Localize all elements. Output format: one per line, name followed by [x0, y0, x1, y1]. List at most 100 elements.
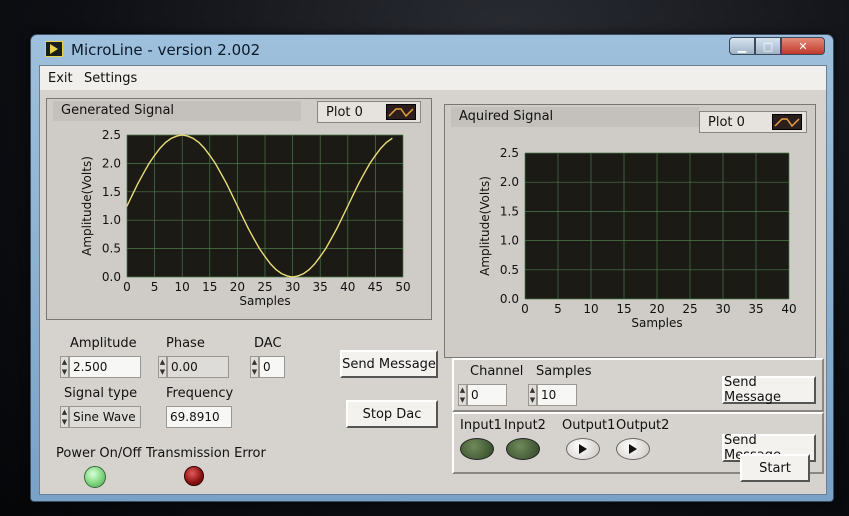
- amplitude-spinner-icon[interactable]: ▲ ▼: [60, 356, 69, 378]
- generated-data-point: [209, 154, 211, 157]
- generated-y-tick-label: 1.0: [102, 213, 121, 227]
- generated-x-tick-label: 30: [285, 280, 300, 294]
- dac-control[interactable]: ▲ ▼ 0: [250, 356, 285, 378]
- generated-data-point: [137, 182, 139, 184]
- acquired-x-tick-label: 20: [649, 302, 664, 316]
- generated-graph: Generated Signal Plot 0 0 5 10 15 20 25 30 35 40…: [46, 98, 432, 320]
- output2-toggle-button[interactable]: [616, 438, 650, 460]
- send-message-button-acquisition[interactable]: Send Message: [722, 375, 816, 405]
- stop-dac-button[interactable]: Stop Dac: [346, 400, 438, 428]
- generated-data-point: [330, 238, 332, 240]
- menu-bar: Exit Settings: [40, 66, 826, 90]
- generated-data-point: [159, 147, 161, 149]
- generated-data-point: [380, 147, 382, 149]
- acquired-y-tick-label: 1.0: [500, 234, 519, 248]
- generated-data-point: [181, 134, 183, 136]
- title-bar[interactable]: MicroLine - version 2.002 ▁ □ ✕: [31, 35, 833, 65]
- acquired-x-tick-label: 30: [715, 302, 730, 316]
- signal-type-value[interactable]: Sine Wave: [69, 406, 141, 428]
- generated-data-point: [247, 228, 250, 230]
- transmission-error-led-icon: [184, 466, 204, 486]
- generated-data-point: [280, 272, 283, 275]
- generated-data-point: [297, 275, 299, 277]
- signal-type-spinner-icon[interactable]: ▲ ▼: [60, 406, 69, 428]
- acquired-x-axis-label: Samples: [631, 316, 682, 330]
- generated-data-point: [214, 162, 216, 164]
- channel-value[interactable]: 0: [467, 384, 507, 406]
- generated-data-point: [154, 154, 156, 157]
- input2-led-icon: [506, 438, 540, 460]
- generated-x-tick-label: 20: [230, 280, 245, 294]
- generated-graph-label: Generated Signal: [53, 101, 301, 121]
- generated-data-point: [203, 147, 205, 149]
- generated-data-point: [358, 182, 360, 184]
- samples-spinner-icon[interactable]: ▲ ▼: [528, 384, 537, 406]
- window-title: MicroLine - version 2.002: [71, 41, 261, 59]
- generated-y-tick-label: 1.5: [102, 185, 121, 199]
- output1-toggle-button[interactable]: [566, 438, 600, 460]
- phase-spinner-icon[interactable]: ▲ ▼: [158, 356, 167, 378]
- generated-data-point: [148, 162, 150, 164]
- generated-data-point: [220, 172, 222, 174]
- frequency-label: Frequency: [166, 386, 234, 401]
- generated-x-axis-label: Samples: [239, 294, 290, 308]
- generated-data-point: [264, 255, 266, 258]
- signal-type-control[interactable]: ▲ ▼ Sine Wave: [60, 406, 141, 428]
- amplitude-value[interactable]: 2.500: [69, 356, 141, 378]
- generated-data-point: [391, 137, 393, 140]
- generated-data-point: [176, 135, 178, 137]
- power-led-icon[interactable]: [84, 466, 106, 488]
- generated-y-tick-label: 2.0: [102, 156, 121, 170]
- generated-data-point: [385, 141, 388, 143]
- samples-control[interactable]: ▲ ▼ 10: [528, 384, 577, 406]
- frequency-control[interactable]: 69.8910: [166, 406, 232, 428]
- acquired-x-tick-label: 15: [616, 302, 631, 316]
- acquired-y-tick-label: 0.0: [500, 292, 519, 306]
- generated-data-point: [374, 154, 376, 157]
- channel-control[interactable]: ▲ ▼ 0: [458, 384, 507, 406]
- maximize-button[interactable]: □: [755, 37, 781, 55]
- dac-value[interactable]: 0: [259, 356, 285, 378]
- client-area: Exit Settings Generated Signal Plot 0 0 5…: [39, 65, 827, 495]
- generated-data-point: [225, 182, 227, 184]
- signal-type-label: Signal type: [64, 386, 138, 401]
- generated-data-point: [236, 205, 238, 207]
- phase-value[interactable]: 0.00: [167, 356, 229, 378]
- output1-label: Output1: [562, 418, 616, 433]
- generated-data-point: [275, 269, 277, 271]
- acquired-plot-legend[interactable]: Plot 0: [699, 111, 807, 133]
- acquired-y-axis-label: Amplitude(Volts): [478, 176, 492, 276]
- samples-value[interactable]: 10: [537, 384, 577, 406]
- generated-data-point: [126, 205, 128, 207]
- generated-data-point: [292, 276, 294, 278]
- generated-y-tick-label: 0.5: [102, 242, 121, 256]
- maximize-icon: □: [762, 39, 774, 53]
- generated-x-tick-label: 45: [368, 280, 383, 294]
- generated-data-point: [198, 141, 200, 143]
- transmission-error-label: Transmission Error: [146, 446, 266, 461]
- amplitude-control[interactable]: ▲ ▼ 2.500: [60, 356, 141, 378]
- menu-settings[interactable]: Settings: [84, 71, 137, 86]
- close-button[interactable]: ✕: [781, 37, 825, 55]
- generated-data-point: [341, 216, 343, 218]
- phase-control[interactable]: ▲ ▼ 0.00: [158, 356, 229, 378]
- menu-exit[interactable]: Exit: [48, 71, 73, 86]
- dac-spinner-icon[interactable]: ▲ ▼: [250, 356, 259, 378]
- channel-label: Channel: [470, 364, 524, 379]
- generated-data-point: [170, 137, 172, 140]
- generated-data-point: [352, 194, 354, 196]
- minimize-button[interactable]: ▁: [729, 37, 755, 55]
- start-button[interactable]: Start: [740, 454, 810, 482]
- channel-spinner-icon[interactable]: ▲ ▼: [458, 384, 467, 406]
- amplitude-label: Amplitude: [70, 336, 137, 351]
- acquired-y-tick-label: 1.5: [500, 204, 519, 218]
- generated-data-point: [319, 255, 321, 258]
- generated-data-point: [231, 194, 233, 196]
- acquired-x-tick-label: 5: [554, 302, 562, 316]
- generated-data-point: [308, 269, 310, 271]
- generated-plot-legend[interactable]: Plot 0: [317, 101, 421, 123]
- send-message-button-generator[interactable]: Send Message: [340, 350, 438, 378]
- generated-data-point: [336, 228, 338, 230]
- generated-data-point: [286, 275, 288, 277]
- frequency-value[interactable]: 69.8910: [166, 406, 232, 428]
